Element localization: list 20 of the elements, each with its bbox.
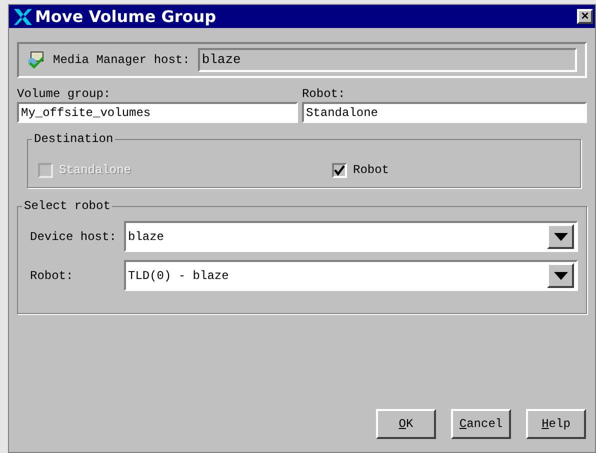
host-field: blaze	[198, 48, 577, 72]
window-title: Move Volume Group	[35, 6, 218, 28]
volume-group-field[interactable]: My_offsite_volumes	[17, 102, 298, 123]
checkmark-icon	[334, 164, 345, 176]
field-label: Device host:	[29, 228, 118, 246]
dialog-button[interactable]: Cancel	[451, 409, 511, 439]
x-logo-icon	[13, 8, 33, 26]
computer-check-icon	[27, 51, 45, 69]
checkbox[interactable]	[332, 162, 347, 178]
dialog-button[interactable]: OK	[376, 409, 436, 439]
robot-field[interactable]: Standalone	[302, 102, 587, 123]
robot-label: Robot:	[302, 86, 346, 102]
combo-box[interactable]: blaze	[124, 221, 578, 252]
host-label: Media Manager host:	[53, 52, 190, 69]
volume-group-label: Volume group:	[17, 86, 112, 102]
dialog-button[interactable]: Help	[526, 409, 586, 439]
close-button[interactable]: ×	[577, 9, 593, 24]
combo-box[interactable]: TLD(0) - blaze	[124, 260, 578, 291]
destination-checkbox[interactable]: Robot	[332, 161, 390, 179]
field-label: Robot:	[29, 268, 74, 284]
